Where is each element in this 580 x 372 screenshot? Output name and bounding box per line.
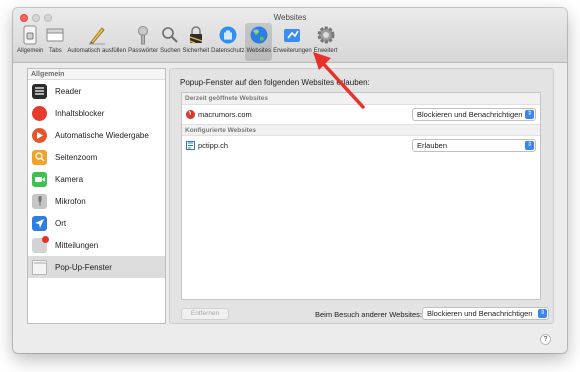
other-websites-popup[interactable]: Blockieren und Benachrichtigen ⇕ bbox=[422, 307, 549, 320]
site-setting-value: Erlauben bbox=[417, 141, 448, 150]
sidebar-item-label: Seitenzoom bbox=[55, 152, 98, 162]
help-button[interactable]: ? bbox=[540, 334, 551, 345]
camera-icon bbox=[32, 171, 47, 187]
site-setting-popup[interactable]: Blockieren und Benachrichtigen ⇕ bbox=[412, 108, 536, 121]
site-setting-popup[interactable]: Erlauben ⇕ bbox=[412, 139, 536, 152]
tab-search[interactable]: Suchen bbox=[159, 23, 181, 61]
sidebar-item-location[interactable]: Ort bbox=[28, 212, 165, 234]
sidebar-item-label: Pop-Up-Fenster bbox=[55, 262, 112, 272]
tab-security-label: Sicherheit bbox=[182, 48, 210, 54]
globe-icon bbox=[249, 24, 269, 46]
updown-arrows-icon: ⇕ bbox=[525, 141, 534, 150]
lock-icon bbox=[186, 24, 206, 46]
sidebar: Allgemein Reader Inhaltsblocker Automati… bbox=[27, 68, 166, 324]
sidebar-item-page-zoom[interactable]: Seitenzoom bbox=[28, 146, 165, 168]
sidebar-item-autoplay[interactable]: Automatische Wiedergabe bbox=[28, 124, 165, 146]
tab-autofill-label: Automatisch ausfüllen bbox=[67, 48, 127, 54]
popup-window-icon bbox=[32, 259, 47, 275]
key-icon bbox=[133, 24, 153, 46]
sidebar-item-label: Kamera bbox=[55, 174, 84, 184]
sidebar-item-content-blockers[interactable]: Inhaltsblocker bbox=[28, 102, 165, 124]
tab-advanced-label: Erweitert bbox=[313, 48, 338, 54]
sidebar-item-microphone[interactable]: Mikrofon bbox=[28, 190, 165, 212]
notifications-icon bbox=[32, 235, 49, 253]
window-title: Websites bbox=[273, 13, 307, 22]
sidebar-item-camera[interactable]: Kamera bbox=[28, 168, 165, 190]
other-websites-value: Blockieren und Benachrichtigen bbox=[427, 309, 533, 318]
sidebar-item-label: Reader bbox=[55, 86, 82, 96]
section-header-open-websites: Derzeit geöffnete Websites bbox=[182, 93, 540, 105]
sidebar-item-label: Ort bbox=[55, 218, 67, 228]
section-header-configured-websites: Konfigurierte Websites bbox=[182, 124, 540, 136]
table-row[interactable]: macrumors.com Blockieren und Benachricht… bbox=[182, 105, 540, 124]
tab-websites[interactable]: Websites bbox=[245, 23, 273, 61]
sidebar-item-label: Mikrofon bbox=[55, 196, 86, 206]
sidebar-item-label: Automatische Wiedergabe bbox=[55, 130, 149, 140]
reader-icon bbox=[32, 83, 47, 99]
hand-icon bbox=[218, 24, 238, 46]
site-name: macrumors.com bbox=[198, 110, 252, 119]
sidebar-item-label: Mitteilungen bbox=[55, 240, 99, 250]
site-name: pctipp.ch bbox=[198, 141, 229, 150]
site-setting-value: Blockieren und Benachrichtigen bbox=[417, 110, 523, 119]
tab-passwords[interactable]: Passwörter bbox=[127, 23, 159, 61]
tab-extensions-label: Erweiterungen bbox=[273, 48, 312, 54]
pencil-icon bbox=[87, 24, 107, 46]
macrumors-favicon-icon bbox=[186, 110, 195, 119]
tab-websites-label: Websites bbox=[246, 48, 272, 54]
websites-list: Derzeit geöffnete Websites macrumors.com… bbox=[181, 92, 541, 300]
sidebar-item-reader[interactable]: Reader bbox=[28, 80, 165, 102]
tab-advanced[interactable]: Erweitert bbox=[313, 23, 339, 61]
puzzle-icon bbox=[282, 24, 302, 46]
tab-privacy-label: Datenschutz bbox=[211, 48, 245, 54]
play-icon bbox=[32, 127, 47, 143]
remove-button[interactable]: Entfernen bbox=[181, 308, 229, 320]
stop-sign-icon bbox=[32, 105, 47, 121]
tab-tabs[interactable]: Tabs bbox=[44, 23, 66, 61]
updown-arrows-icon: ⇕ bbox=[525, 110, 534, 119]
zoom-icon bbox=[32, 149, 47, 165]
preferences-toolbar: Allgemein Tabs Automatisch ausfüllen Pas… bbox=[16, 23, 338, 63]
tab-autofill[interactable]: Automatisch ausfüllen bbox=[66, 23, 127, 61]
tab-tabs-label: Tabs bbox=[49, 48, 62, 54]
other-websites-label: Beim Besuch anderer Websites: bbox=[315, 310, 422, 319]
tab-security[interactable]: Sicherheit bbox=[181, 23, 210, 61]
tabs-icon bbox=[45, 24, 65, 46]
table-row[interactable]: pctipp.ch Erlauben ⇕ bbox=[182, 136, 540, 155]
location-arrow-icon bbox=[32, 215, 47, 231]
websites-panel: Popup-Fenster auf den folgenden Websites… bbox=[169, 68, 554, 324]
tab-privacy[interactable]: Datenschutz bbox=[210, 23, 245, 61]
updown-arrows-icon: ⇕ bbox=[538, 309, 547, 318]
sidebar-header: Allgemein bbox=[28, 69, 165, 80]
pctipp-favicon-icon bbox=[186, 141, 195, 150]
gear-icon bbox=[316, 24, 336, 46]
sidebar-item-popup-windows[interactable]: Pop-Up-Fenster bbox=[28, 256, 165, 278]
switch-icon bbox=[20, 24, 40, 46]
tab-search-label: Suchen bbox=[160, 48, 181, 54]
sidebar-item-label: Inhaltsblocker bbox=[55, 108, 105, 118]
panel-title: Popup-Fenster auf den folgenden Websites… bbox=[180, 78, 370, 87]
tab-extensions[interactable]: Erweiterungen bbox=[272, 23, 313, 61]
magnifier-icon bbox=[160, 24, 180, 46]
preferences-window: Websites Allgemein Tabs Automatisch ausf… bbox=[13, 8, 567, 353]
microphone-icon bbox=[32, 193, 47, 209]
tab-allgemein[interactable]: Allgemein bbox=[16, 23, 44, 61]
tab-allgemein-label: Allgemein bbox=[17, 48, 44, 54]
tab-passwords-label: Passwörter bbox=[128, 48, 159, 54]
sidebar-item-notifications[interactable]: Mitteilungen bbox=[28, 234, 165, 256]
titlebar: Websites Allgemein Tabs Automatisch ausf… bbox=[13, 8, 567, 63]
